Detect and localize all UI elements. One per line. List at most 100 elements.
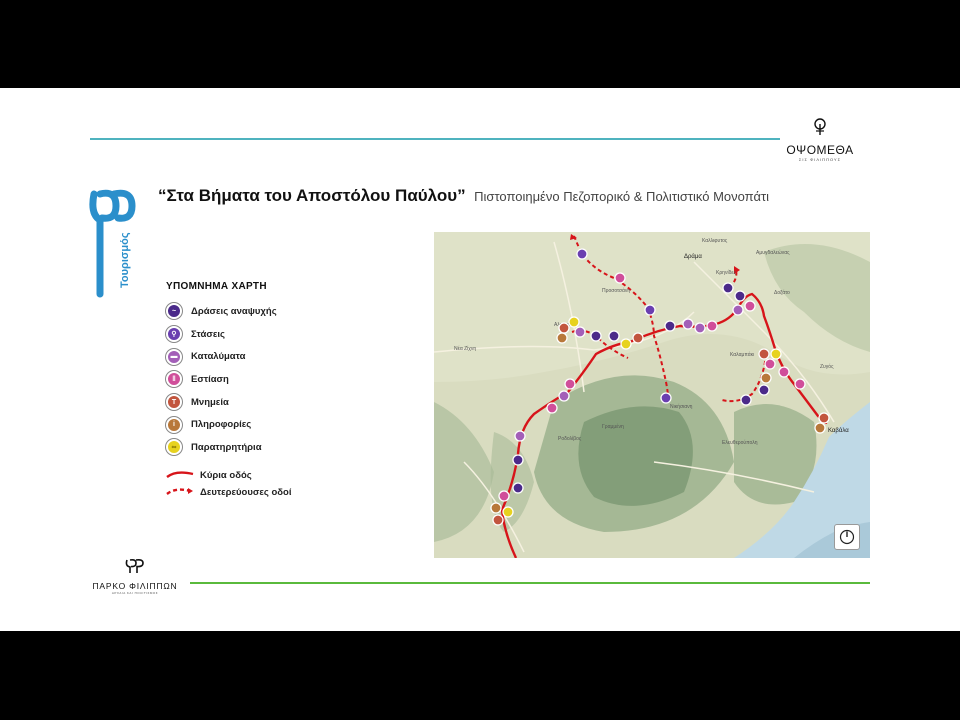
marker-food[interactable] <box>794 378 806 390</box>
marker-leisure[interactable] <box>590 330 602 342</box>
marker-food[interactable] <box>778 366 790 378</box>
legend-label: Κύρια οδός <box>200 469 252 481</box>
top-divider <box>90 138 780 140</box>
marker-food[interactable] <box>564 378 576 390</box>
legend-label: Καταλύματα <box>191 351 246 363</box>
map-label-zygos: Ζυγός <box>820 363 834 370</box>
title-main: “Στα Βήματα του Αποστόλου Παύλου” <box>158 186 466 205</box>
opsometha-logo: ΟΨΟΜΕΘΑ ΣΙΣ ΦΙΛΙΠΠΟΥΣ <box>780 118 860 162</box>
map-label-prosotsani: Προσοτσάνη <box>602 287 630 294</box>
legend-main-road: Κύρια οδός <box>166 467 386 484</box>
legend-label: Παρατηρητήρια <box>191 441 262 453</box>
map-legend: ΥΠΟΜΝΗΜΑ ΧΑΡΤΗ ~ Δράσεις αναψυχής ⚲ Στάσ… <box>166 281 386 501</box>
bottom-divider <box>190 582 870 584</box>
marker-monument[interactable] <box>558 322 570 334</box>
map-label-kalamonas: Καλλιφυτος <box>702 238 728 244</box>
map-label-nea-zichni: Νέα Ζίχνη <box>454 345 476 352</box>
legend-item: ▬ Καταλύματα <box>166 345 386 368</box>
marker-food[interactable] <box>498 490 510 502</box>
marker-lodging[interactable] <box>514 430 526 442</box>
map-label-nikisiani: Νικήσιανη <box>670 403 693 410</box>
stop-icon: ⚲ <box>166 326 182 343</box>
marker-viewpoint[interactable] <box>770 348 782 360</box>
philippi-park-logo: ΠΑΡΚΟ ΦΙΛΙΠΠΩΝ ΑΡΧΑΙΑ ΚΑΙ ΠΟΛΙΤΙΣΜΟΣ <box>80 558 190 595</box>
marker-viewpoint[interactable] <box>502 506 514 518</box>
marker-leisure[interactable] <box>512 454 524 466</box>
marker-lodging[interactable] <box>732 304 744 316</box>
slide: ΟΨΟΜΕΘΑ ΣΙΣ ΦΙΛΙΠΠΟΥΣ Τουρισμός “Στα Βήμ… <box>0 88 960 631</box>
legend-item: T Μνημεία <box>166 391 386 414</box>
legend-label: Πληροφορίες <box>191 419 252 431</box>
park-name: ΠΑΡΚΟ ΦΙΛΙΠΠΩΝ <box>92 581 178 591</box>
binoculars-icon: ∞ <box>166 439 182 456</box>
marker-lodging[interactable] <box>682 318 694 330</box>
marker-food[interactable] <box>706 320 718 332</box>
legend-label: Δράσεις αναψυχής <box>191 305 277 317</box>
park-subtitle: ΑΡΧΑΙΑ ΚΑΙ ΠΟΛΙΤΙΣΜΟΣ <box>111 591 159 595</box>
marker-lodging[interactable] <box>558 390 570 402</box>
legend-label: Μνημεία <box>191 396 229 408</box>
marker-lodging[interactable] <box>574 326 586 338</box>
marker-monument[interactable] <box>758 348 770 360</box>
map-label-rodolivos: Ροδολίβος <box>558 436 582 442</box>
legend-item: ~ Δράσεις αναψυχής <box>166 300 386 323</box>
marker-food[interactable] <box>546 402 558 414</box>
marker-viewpoint[interactable] <box>620 338 632 350</box>
marker-leisure[interactable] <box>758 384 770 396</box>
legend-item: i Πληροφορίες <box>166 413 386 436</box>
bed-icon: ▬ <box>166 348 182 365</box>
marker-leisure[interactable] <box>512 482 524 494</box>
page-title: “Στα Βήματα του Αποστόλου Παύλου” Πιστοπ… <box>158 186 769 206</box>
map-label-doxato: Δοξάτο <box>774 289 790 296</box>
secondary-road-swatch <box>166 488 193 496</box>
legend-item: ⚲ Στάσεις <box>166 323 386 346</box>
main-road-swatch <box>166 471 194 479</box>
marker-lodging[interactable] <box>694 322 706 334</box>
marker-info[interactable] <box>760 372 772 384</box>
legend-label: Στάσεις <box>191 328 225 340</box>
info-icon: i <box>166 416 182 433</box>
column-icon: T <box>166 394 182 411</box>
marker-food[interactable] <box>764 358 776 370</box>
marker-stop[interactable] <box>644 304 656 316</box>
marker-food[interactable] <box>614 272 626 284</box>
marker-monument[interactable] <box>492 514 504 526</box>
brand-name: ΟΨΟΜΕΘΑ <box>786 143 854 157</box>
map-label-kalampaki: Καλαμπάκι <box>730 351 754 358</box>
cutlery-icon: ‖ <box>166 371 182 388</box>
brand-emblem-icon <box>814 118 826 135</box>
marker-monument[interactable] <box>632 332 644 344</box>
route-map[interactable]: Δράμα Καβάλα Καλλιφυτος Κρηνίδες Ελευθερ… <box>434 232 870 558</box>
map-label-ampelofyto: Αμυγδαλεώνας <box>756 249 790 256</box>
legend-title: ΥΠΟΜΝΗΜΑ ΧΑΡΤΗ <box>166 281 267 292</box>
marker-leisure[interactable] <box>722 282 734 294</box>
map-label-drama: Δράμα <box>684 253 702 260</box>
marker-leisure[interactable] <box>664 320 676 332</box>
tourism-word: Τουρισμός <box>119 232 131 288</box>
title-subtitle: Πιστοποιημένο Πεζοπορικό & Πολιτιστικό Μ… <box>474 189 769 204</box>
map-canvas: Δράμα Καβάλα Καλλιφυτος Κρηνίδες Ελευθερ… <box>434 232 870 558</box>
leisure-icon: ~ <box>166 303 182 320</box>
compass-button[interactable] <box>834 524 860 550</box>
brand-subtitle: ΣΙΣ ΦΙΛΙΠΠΟΥΣ <box>798 157 842 162</box>
legend-label: Εστίαση <box>191 373 229 385</box>
map-label-krinides: Κρηνίδες <box>716 270 737 276</box>
map-label-eleftheroupoli: Ελευθερούπολη <box>722 439 758 446</box>
marker-stop[interactable] <box>660 392 672 404</box>
park-emblem-icon <box>125 559 144 573</box>
legend-item: ‖ Εστίαση <box>166 368 386 391</box>
marker-leisure[interactable] <box>740 394 752 406</box>
marker-stop[interactable] <box>576 248 588 260</box>
marker-info[interactable] <box>556 332 568 344</box>
marker-leisure[interactable] <box>734 290 746 302</box>
marker-monument[interactable] <box>818 412 830 424</box>
legend-secondary-road: Δευτερεύουσες οδοί <box>166 484 386 501</box>
marker-viewpoint[interactable] <box>568 316 580 328</box>
marker-food[interactable] <box>744 300 756 312</box>
marker-leisure[interactable] <box>608 330 620 342</box>
map-label-kavala: Καβάλα <box>828 427 849 434</box>
legend-item: ∞ Παρατηρητήρια <box>166 436 386 459</box>
marker-info[interactable] <box>814 422 826 434</box>
marker-info[interactable] <box>490 502 502 514</box>
compass-icon <box>839 529 855 545</box>
